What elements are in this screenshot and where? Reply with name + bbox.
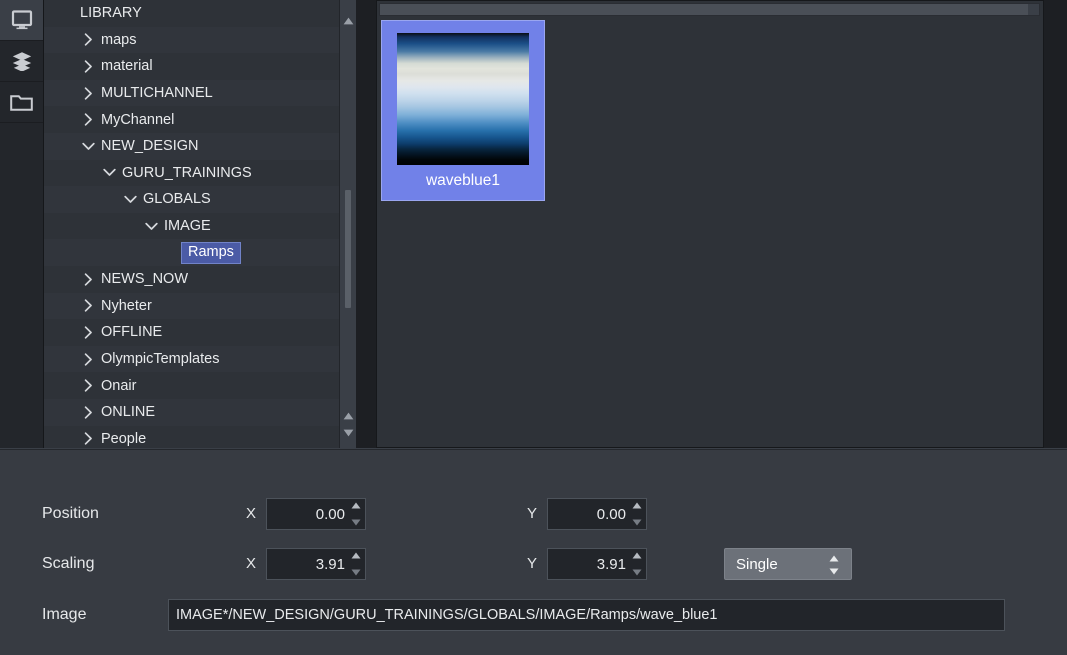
property-row-position: Position X 0.00 Y 0.00 xyxy=(0,497,1067,531)
tree-item-new-design[interactable]: NEW_DESIGN xyxy=(44,133,356,160)
chevron-updown-icon xyxy=(829,555,839,575)
tree-item-label: GLOBALS xyxy=(139,191,211,207)
rail-button-layers[interactable] xyxy=(0,41,43,82)
chevron-right-icon[interactable] xyxy=(79,60,97,73)
position-x-value: 0.00 xyxy=(316,506,345,523)
chevron-right-icon[interactable] xyxy=(79,273,97,286)
library-tree-list: LIBRARY maps material MULTICHANNEL MyChannel… xyxy=(44,0,356,448)
image-path-value: IMAGE*/NEW_DESIGN/GURU_TRAININGS/GLOBALS… xyxy=(176,607,717,623)
display-icon xyxy=(11,10,33,30)
tree-item-label: NEW_DESIGN xyxy=(97,138,199,154)
scroll-down-arrow-icon[interactable] xyxy=(340,425,356,440)
tree-item-label: Onair xyxy=(97,378,136,394)
tree-item-label: IMAGE xyxy=(160,218,211,234)
library-tree-panel[interactable]: LIBRARY maps material MULTICHANNEL MyChannel… xyxy=(44,0,356,448)
rail-button-folder[interactable] xyxy=(0,82,43,123)
chevron-right-icon[interactable] xyxy=(79,87,97,100)
scaling-y-value: 3.91 xyxy=(597,556,626,573)
tree-item-label: MULTICHANNEL xyxy=(97,85,213,101)
chevron-right-icon[interactable] xyxy=(79,432,97,445)
scaling-mode-value: Single xyxy=(736,556,778,573)
tree-item-label: GURU_TRAININGS xyxy=(118,165,252,181)
image-label: Image xyxy=(42,598,86,632)
tree-item-label: Nyheter xyxy=(97,298,152,314)
tree-item-offline[interactable]: OFFLINE xyxy=(44,319,356,346)
tree-item-label: material xyxy=(97,58,153,74)
tree-item-online[interactable]: ONLINE xyxy=(44,399,356,426)
tree-item-multichannel[interactable]: MULTICHANNEL xyxy=(44,80,356,107)
asset-thumbnail-image xyxy=(397,33,529,165)
tree-item-label: MyChannel xyxy=(97,112,174,128)
scaling-y-stepper[interactable] xyxy=(631,552,642,576)
rail-button-display[interactable] xyxy=(0,0,43,41)
tree-vertical-scrollbar[interactable] xyxy=(339,0,356,448)
chevron-right-icon[interactable] xyxy=(79,406,97,419)
chevron-right-icon[interactable] xyxy=(79,326,97,339)
position-x-input[interactable]: 0.00 xyxy=(266,498,366,530)
scroll-up-arrow-bottom-icon[interactable] xyxy=(340,408,356,423)
tree-item-library[interactable]: LIBRARY xyxy=(44,0,356,27)
chevron-down-icon[interactable] xyxy=(100,168,118,177)
layers-icon xyxy=(11,51,33,71)
application-window: LIBRARY maps material MULTICHANNEL MyChannel… xyxy=(0,0,1067,654)
tree-item-label: People xyxy=(97,431,146,447)
scaling-x-axis-label: X xyxy=(246,547,256,581)
tree-item-label: Ramps xyxy=(181,242,241,264)
property-row-scaling: Scaling X 3.91 Y 3.91 xyxy=(0,547,1067,581)
tree-item-label: LIBRARY xyxy=(76,5,142,21)
position-y-stepper[interactable] xyxy=(631,502,642,526)
tree-item-label: maps xyxy=(97,32,136,48)
chevron-right-icon[interactable] xyxy=(79,299,97,312)
tree-item-mychannel[interactable]: MyChannel xyxy=(44,106,356,133)
tree-item-material[interactable]: material xyxy=(44,53,356,80)
scaling-label: Scaling xyxy=(42,547,94,581)
tree-item-label: NEWS_NOW xyxy=(97,271,188,287)
folder-icon xyxy=(10,93,33,112)
position-y-input[interactable]: 0.00 xyxy=(547,498,647,530)
chevron-right-icon[interactable] xyxy=(79,113,97,126)
tree-item-olympictemplates[interactable]: OlympicTemplates xyxy=(44,346,356,373)
asset-thumbnail-item[interactable]: waveblue1 xyxy=(381,20,545,201)
position-y-axis-label: Y xyxy=(527,497,537,531)
tree-item-globals[interactable]: GLOBALS xyxy=(44,186,356,213)
scaling-y-axis-label: Y xyxy=(527,547,537,581)
scroll-up-arrow-icon[interactable] xyxy=(340,13,356,28)
properties-panel: Position X 0.00 Y 0.00 xyxy=(0,449,1067,655)
scroll-thumb[interactable] xyxy=(345,190,351,308)
property-row-image: Image IMAGE*/NEW_DESIGN/GURU_TRAININGS/G… xyxy=(0,598,1067,632)
asset-thumbnail-label: waveblue1 xyxy=(426,172,500,190)
content-horizontal-scrollbar[interactable] xyxy=(379,3,1040,16)
tree-item-image[interactable]: IMAGE xyxy=(44,213,356,240)
chevron-right-icon[interactable] xyxy=(79,353,97,366)
chevron-down-icon[interactable] xyxy=(121,195,139,204)
position-x-axis-label: X xyxy=(246,497,256,531)
tree-item-maps[interactable]: maps xyxy=(44,27,356,54)
tree-item-people[interactable]: People xyxy=(44,426,356,449)
chevron-right-icon[interactable] xyxy=(79,33,97,46)
tree-item-nyheter[interactable]: Nyheter xyxy=(44,293,356,320)
asset-thumbnail-panel[interactable]: waveblue1 xyxy=(376,0,1044,448)
position-label: Position xyxy=(42,497,99,531)
horizontal-scroll-thumb[interactable] xyxy=(380,4,1028,15)
library-browser-region: LIBRARY maps material MULTICHANNEL MyChannel… xyxy=(0,0,1067,448)
scaling-y-input[interactable]: 3.91 xyxy=(547,548,647,580)
tree-item-onair[interactable]: Onair xyxy=(44,372,356,399)
tree-item-label: OFFLINE xyxy=(97,324,162,340)
scaling-mode-dropdown[interactable]: Single xyxy=(724,548,852,580)
chevron-down-icon[interactable] xyxy=(142,222,160,231)
scaling-x-value: 3.91 xyxy=(316,556,345,573)
tree-item-ramps[interactable]: Ramps xyxy=(44,239,356,266)
tree-item-label: OlympicTemplates xyxy=(97,351,219,367)
image-path-input[interactable]: IMAGE*/NEW_DESIGN/GURU_TRAININGS/GLOBALS… xyxy=(168,599,1005,631)
tree-item-guru-trainings[interactable]: GURU_TRAININGS xyxy=(44,160,356,187)
tree-item-label: ONLINE xyxy=(97,404,155,420)
left-icon-rail xyxy=(0,0,44,448)
position-y-value: 0.00 xyxy=(597,506,626,523)
scaling-x-input[interactable]: 3.91 xyxy=(266,548,366,580)
tree-item-news-now[interactable]: NEWS_NOW xyxy=(44,266,356,293)
position-x-stepper[interactable] xyxy=(350,502,361,526)
scaling-x-stepper[interactable] xyxy=(350,552,361,576)
chevron-down-icon[interactable] xyxy=(79,142,97,151)
chevron-right-icon[interactable] xyxy=(79,379,97,392)
